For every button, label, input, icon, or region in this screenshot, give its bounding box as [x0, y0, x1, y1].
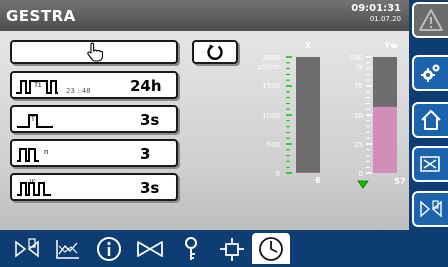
- manual-mode-icon: [420, 200, 442, 218]
- nav-info-button[interactable]: [90, 233, 128, 264]
- valve-tick-0: 0: [359, 170, 363, 178]
- conductivity-tick-marks: [286, 56, 292, 174]
- valve-tick-50: 50: [354, 112, 363, 120]
- valve-tick-100: 100: [350, 54, 363, 62]
- valve-gauge: Yw 100 % 75 50 25 0 57: [350, 41, 406, 189]
- conductivity-tick-1500: 1500: [262, 82, 280, 90]
- nav-trend-button[interactable]: [49, 233, 87, 264]
- probe-icon: [185, 236, 197, 260]
- conductivity-tick-2000: 2000: [262, 54, 280, 62]
- conductivity-gauge: X 2000 µS/cm 1500 1000 500 0 6: [258, 41, 321, 185]
- conductivity-current-value: 6: [315, 176, 321, 185]
- valve-current-value: 57: [394, 177, 405, 186]
- conductivity-tick-0: 0: [276, 170, 280, 178]
- conductivity-unit: µS/cm: [258, 63, 280, 71]
- warning-button[interactable]: [412, 2, 448, 38]
- gauge-area: X 2000 µS/cm 1500 1000 500 0 6 Yw 100 % …: [258, 41, 406, 189]
- valve-tick-75: 75: [354, 82, 363, 90]
- home-button[interactable]: [412, 102, 448, 138]
- main-panel: GESTRA 09:01:31 01.07.20 T1 23 : 48 24h …: [0, 0, 409, 230]
- conductivity-bar-track: [296, 57, 320, 173]
- conductivity-tick-500: 500: [267, 141, 280, 149]
- nav-clock-button[interactable]: [252, 233, 290, 264]
- nav-manual-button[interactable]: [8, 233, 46, 264]
- blowdown-valve-icon: [420, 156, 440, 172]
- clock-icon: [259, 236, 283, 261]
- valve-bar-fill: [373, 106, 397, 173]
- nav-probe-button[interactable]: [172, 233, 210, 264]
- info-icon: [97, 236, 121, 261]
- conductivity-tick-1000: 1000: [262, 112, 280, 120]
- blowdown-valve-button[interactable]: [412, 146, 448, 182]
- nav-network-button[interactable]: [213, 233, 251, 264]
- right-sidebar: [409, 0, 448, 230]
- valve-header: Yw: [383, 41, 398, 50]
- valve-setpoint-marker: [357, 180, 369, 189]
- manual-mode-button[interactable]: [412, 191, 448, 227]
- gears-icon: [421, 64, 440, 82]
- conductivity-header: X: [305, 41, 312, 50]
- valve-tick-25: 25: [354, 141, 363, 149]
- bottom-nav: [0, 230, 448, 267]
- home-icon: [421, 110, 441, 130]
- manual-mode-icon: [15, 237, 39, 258]
- valve-tick-marks: [366, 56, 372, 174]
- settings-button[interactable]: [412, 55, 448, 91]
- warning-icon: [419, 9, 443, 31]
- valve-icon: [137, 240, 163, 257]
- trend-icon: [56, 239, 79, 259]
- network-icon: [220, 237, 244, 261]
- nav-valve-button[interactable]: [131, 233, 169, 264]
- valve-unit: %: [356, 63, 363, 71]
